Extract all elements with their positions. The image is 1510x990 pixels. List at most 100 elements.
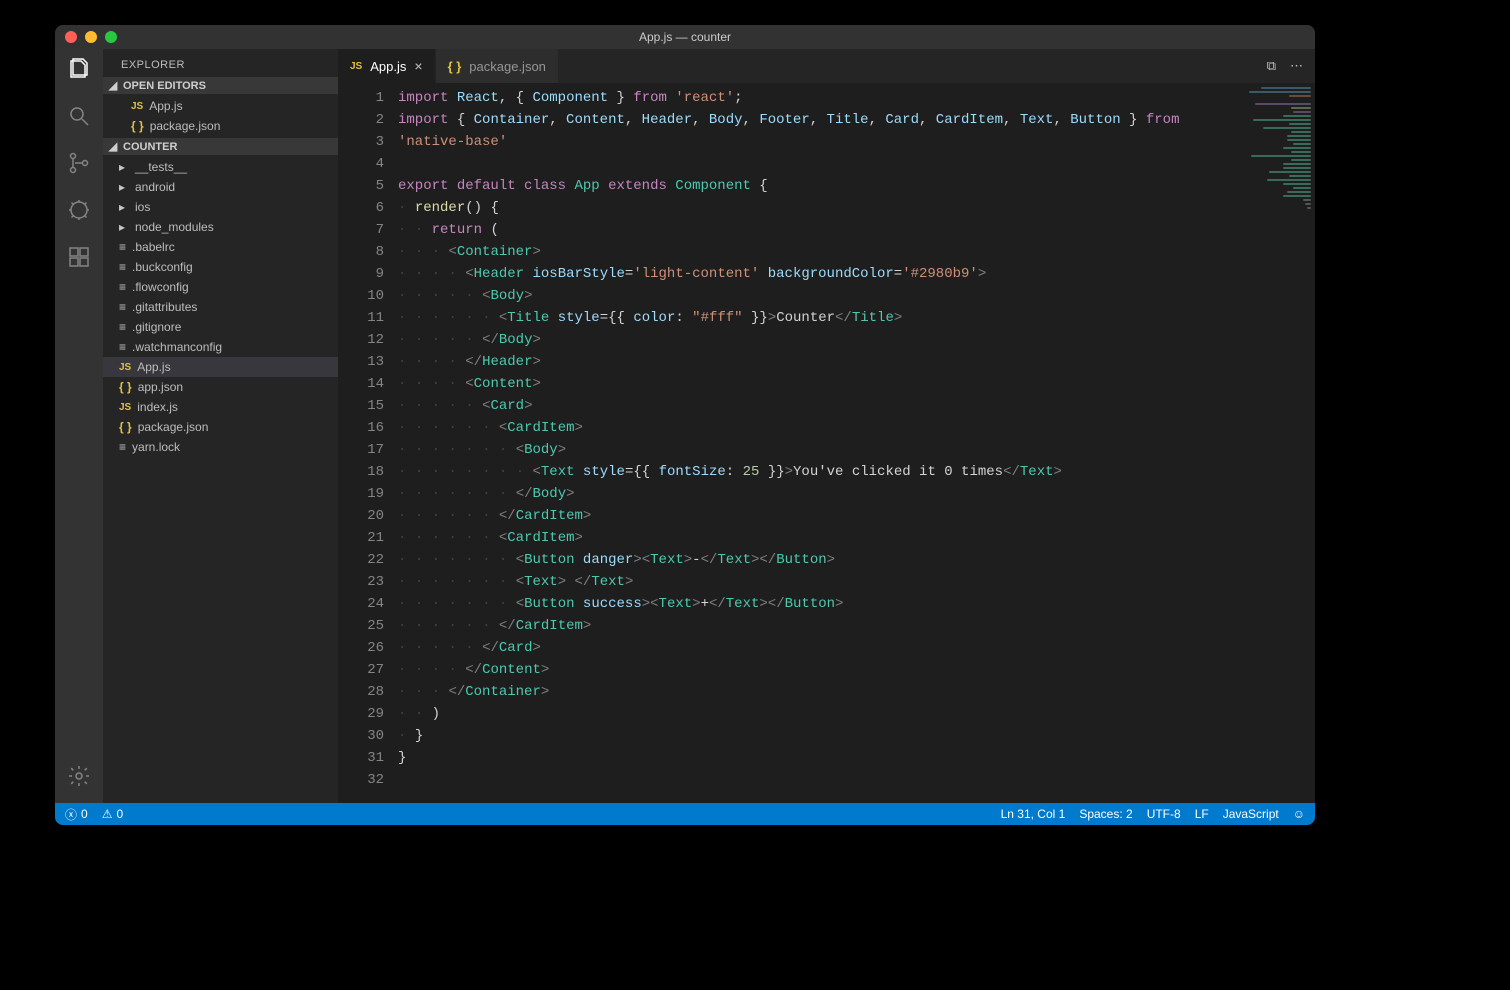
js-file-icon: JS	[119, 402, 131, 413]
workspace-tree: ▸ __tests__ ▸ android ▸ ios ▸ node_modules ≡ .bab…	[103, 155, 338, 459]
tree-item[interactable]: { } package.json	[103, 417, 338, 437]
tree-item[interactable]: { } app.json	[103, 377, 338, 397]
tree-item[interactable]: ≡ yarn.lock	[103, 437, 338, 457]
tree-item[interactable]: ▸ android	[103, 177, 338, 197]
file-label: android	[135, 180, 175, 194]
tree-item[interactable]: ▸ __tests__	[103, 157, 338, 177]
file-label: .buckconfig	[132, 260, 193, 274]
chevron-right-icon: ▸	[119, 180, 129, 194]
file-icon: ≡	[119, 300, 126, 314]
file-label: __tests__	[135, 160, 187, 174]
file-label: index.js	[137, 400, 178, 414]
tab-actions: ⧉ ⋯	[1267, 49, 1315, 83]
file-label: ios	[135, 200, 150, 214]
status-encoding[interactable]: UTF-8	[1147, 807, 1181, 821]
feedback-smiley-icon[interactable]: ☺	[1293, 807, 1305, 821]
source-control-icon[interactable]	[67, 151, 91, 178]
tab-label: App.js	[370, 59, 406, 74]
file-label: .gitattributes	[132, 300, 197, 314]
file-icon: ≡	[119, 280, 126, 294]
js-file-icon: JS	[119, 362, 131, 373]
extensions-icon[interactable]	[67, 245, 91, 272]
file-label: node_modules	[135, 220, 214, 234]
explorer-sidebar: EXPLORER ◢ OPEN EDITORS JS App.js { } packa…	[103, 49, 338, 803]
status-errors[interactable]: ⓧ 0	[65, 806, 88, 823]
file-label: App.js	[149, 99, 182, 113]
open-editors-header[interactable]: ◢ OPEN EDITORS	[103, 77, 338, 94]
tree-item[interactable]: JS index.js	[103, 397, 338, 417]
app-window: App.js — counter EXPLORER ◢ OPEN EDITORS…	[55, 25, 1315, 825]
debug-icon[interactable]	[67, 198, 91, 225]
open-editors-label: OPEN EDITORS	[123, 80, 206, 92]
json-file-icon: { }	[119, 420, 132, 434]
explorer-icon[interactable]	[67, 57, 91, 84]
tree-item[interactable]: ≡ .watchmanconfig	[103, 337, 338, 357]
workspace-header[interactable]: ◢ COUNTER	[103, 138, 338, 155]
sidebar-title: EXPLORER	[103, 49, 338, 77]
file-label: app.json	[138, 380, 183, 394]
titlebar[interactable]: App.js — counter	[55, 25, 1315, 49]
settings-gear-icon[interactable]	[67, 764, 91, 791]
open-editor-item[interactable]: { } package.json	[103, 116, 338, 136]
line-number-gutter: 1234567891011121314151617181920212223242…	[338, 83, 398, 803]
window-title: App.js — counter	[639, 30, 731, 44]
status-eol[interactable]: LF	[1195, 807, 1209, 821]
close-tab-icon[interactable]: ×	[414, 58, 422, 74]
json-file-icon: { }	[131, 119, 144, 133]
chevron-right-icon: ▸	[119, 200, 129, 214]
file-icon: ≡	[119, 340, 126, 354]
window-body: EXPLORER ◢ OPEN EDITORS JS App.js { } packa…	[55, 49, 1315, 803]
chevron-right-icon: ▸	[119, 220, 129, 234]
file-icon: ≡	[119, 260, 126, 274]
json-file-icon: { }	[448, 59, 462, 74]
file-label: package.json	[138, 420, 209, 434]
tree-item[interactable]: ≡ .gitattributes	[103, 297, 338, 317]
split-editor-icon[interactable]: ⧉	[1267, 58, 1276, 74]
tree-item[interactable]: JS App.js	[103, 357, 338, 377]
tree-item[interactable]: ▸ node_modules	[103, 217, 338, 237]
editor-tab[interactable]: { } package.json	[436, 49, 559, 83]
more-actions-icon[interactable]: ⋯	[1290, 58, 1303, 74]
file-label: App.js	[137, 360, 170, 374]
tab-label: package.json	[469, 59, 546, 74]
file-label: package.json	[150, 119, 221, 133]
file-icon: ≡	[119, 440, 126, 454]
editor-tab[interactable]: JS App.js ×	[338, 49, 436, 83]
status-bar: ⓧ 0 ⚠ 0 Ln 31, Col 1 Spaces: 2 UTF-8 LF …	[55, 803, 1315, 825]
file-label: yarn.lock	[132, 440, 180, 454]
minimize-window-button[interactable]	[85, 31, 97, 43]
status-indent[interactable]: Spaces: 2	[1079, 807, 1132, 821]
file-icon: ≡	[119, 320, 126, 334]
search-icon[interactable]	[67, 104, 91, 131]
warning-icon: ⚠	[102, 807, 113, 821]
status-warnings[interactable]: ⚠ 0	[102, 807, 123, 821]
open-editors-list: JSApp.js { } package.json	[103, 94, 338, 138]
minimap[interactable]	[1243, 83, 1315, 803]
close-window-button[interactable]	[65, 31, 77, 43]
status-language[interactable]: JavaScript	[1223, 807, 1279, 821]
tab-bar: JS App.js × { } package.json ⧉ ⋯	[338, 49, 1315, 83]
chevron-right-icon: ▸	[119, 160, 129, 174]
error-icon: ⓧ	[65, 806, 77, 823]
code-lines[interactable]: import React, { Component } from 'react'…	[398, 83, 1315, 803]
chevron-down-icon: ◢	[107, 79, 119, 92]
file-label: .flowconfig	[132, 280, 189, 294]
zoom-window-button[interactable]	[105, 31, 117, 43]
window-controls	[65, 31, 117, 43]
file-icon: ≡	[119, 240, 126, 254]
tree-item[interactable]: ≡ .buckconfig	[103, 257, 338, 277]
json-file-icon: { }	[119, 380, 132, 394]
file-label: .watchmanconfig	[132, 340, 222, 354]
file-label: .gitignore	[132, 320, 181, 334]
file-label: .babelrc	[132, 240, 175, 254]
tree-item[interactable]: ≡ .babelrc	[103, 237, 338, 257]
open-editor-item[interactable]: JSApp.js	[103, 96, 338, 116]
js-file-icon: JS	[350, 61, 362, 72]
activity-bar	[55, 49, 103, 803]
code-editor[interactable]: 1234567891011121314151617181920212223242…	[338, 83, 1315, 803]
tree-item[interactable]: ▸ ios	[103, 197, 338, 217]
editor-group: JS App.js × { } package.json ⧉ ⋯ 12345678910…	[338, 49, 1315, 803]
status-cursor-position[interactable]: Ln 31, Col 1	[1001, 807, 1066, 821]
tree-item[interactable]: ≡ .flowconfig	[103, 277, 338, 297]
tree-item[interactable]: ≡ .gitignore	[103, 317, 338, 337]
